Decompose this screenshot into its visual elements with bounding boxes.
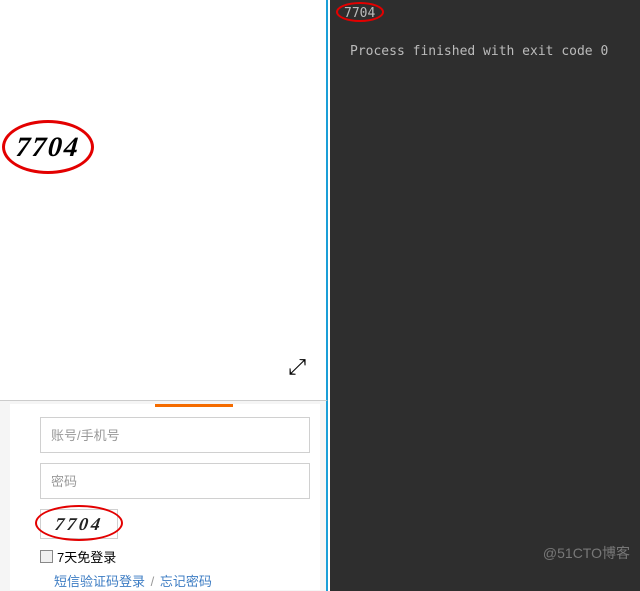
captcha-row: 7704	[40, 509, 320, 539]
username-input[interactable]	[40, 417, 310, 453]
remember-checkbox[interactable]	[40, 550, 53, 563]
annotation-oval-3	[336, 2, 384, 22]
remember-row: 7天免登录	[40, 547, 320, 566]
login-form: 7704 7天免登录 短信验证码登录 / 忘记密码	[10, 404, 320, 590]
login-links: 短信验证码登录 / 忘记密码	[54, 571, 320, 590]
remember-label: 7天免登录	[57, 547, 116, 566]
forgot-password-link[interactable]: 忘记密码	[160, 574, 212, 589]
link-separator: /	[151, 574, 155, 589]
captcha-small-text: 7704	[54, 514, 105, 535]
console-pane: 7704 Process finished with exit code 0 @…	[330, 0, 640, 591]
resize-handle-icon[interactable]: ⤢	[288, 354, 306, 380]
console-process-line: Process finished with exit code 0	[340, 44, 608, 59]
annotation-oval-1	[2, 120, 94, 174]
login-form-pane: 7704 7天免登录 短信验证码登录 / 忘记密码	[0, 400, 328, 591]
password-input[interactable]	[40, 463, 310, 499]
active-tab-underline	[155, 404, 233, 407]
image-viewer-pane: 7704 ⤢	[0, 0, 328, 400]
sms-login-link[interactable]: 短信验证码登录	[54, 574, 145, 589]
captcha-image-small[interactable]: 7704	[40, 509, 118, 539]
watermark-text: @51CTO博客	[543, 543, 630, 563]
